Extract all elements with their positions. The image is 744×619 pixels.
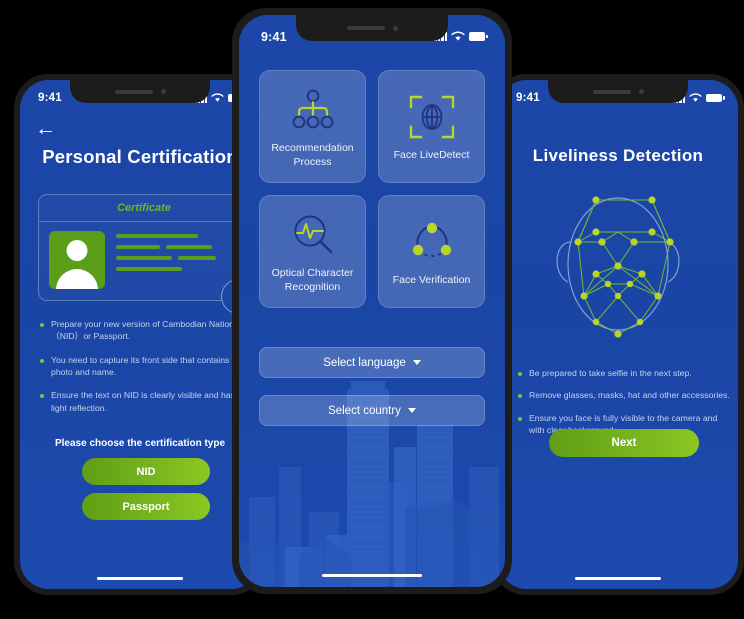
choose-certification-label: Please choose the certification type xyxy=(54,438,226,449)
page-title: Personal Certification xyxy=(42,146,238,167)
home-indicator[interactable] xyxy=(322,573,422,577)
bullet-dot-icon xyxy=(40,323,44,327)
bullet-dot-icon xyxy=(518,416,522,421)
list-item-text: Be prepared to take selfie in the next s… xyxy=(529,368,692,378)
face-scan-frame-icon xyxy=(408,91,456,143)
left-notch xyxy=(70,80,210,103)
front-camera-dot xyxy=(392,25,398,31)
left-phone-screen: 9:41 ← Personal Certification Certificat… xyxy=(20,80,260,589)
battery-icon xyxy=(469,32,488,41)
chevron-down-icon xyxy=(407,408,416,413)
face-mesh-icon xyxy=(498,184,738,354)
select-country-dropdown[interactable]: Select country xyxy=(259,395,485,426)
list-item: You need to capture its front side that … xyxy=(40,354,258,379)
nid-button[interactable]: NID xyxy=(82,458,210,485)
select-language-dropdown[interactable]: Select language xyxy=(259,347,485,378)
org-chart-icon xyxy=(289,84,337,136)
page-title: Liveliness Detection xyxy=(532,146,704,165)
wifi-icon xyxy=(211,93,224,102)
status-time: 9:41 xyxy=(261,29,287,44)
list-item: Ensure the text on NID is clearly visibl… xyxy=(40,389,258,414)
home-indicator[interactable] xyxy=(575,576,661,580)
card-face-livedetect[interactable]: Face LiveDetect xyxy=(378,70,485,183)
card-label: Recommendation Process xyxy=(271,141,354,168)
bullet-dot-icon xyxy=(40,394,44,399)
list-item: Remove glasses, masks, hat and other acc… xyxy=(518,389,733,401)
select-language-label: Select language xyxy=(323,356,406,369)
middle-phone-screen: 9:41 Recommendation Process Face LiveDet… xyxy=(239,15,505,587)
list-item-text: You need to capture its front side that … xyxy=(51,354,249,378)
card-label: Face Verification xyxy=(392,273,471,286)
certificate-card-body xyxy=(39,222,249,298)
wifi-icon xyxy=(451,31,465,41)
feature-card-grid: Recommendation Process Face LiveDetect O… xyxy=(259,70,485,308)
middle-notch xyxy=(296,15,448,41)
front-camera-dot xyxy=(160,89,166,94)
left-phone-mockup: 9:41 ← Personal Certification Certificat… xyxy=(14,74,266,595)
city-skyline-watermark xyxy=(239,381,499,587)
select-country-label: Select country xyxy=(328,404,401,417)
screenshot-stage: 9:41 ← Personal Certification Certificat… xyxy=(0,0,744,619)
front-camera-dot xyxy=(638,89,644,94)
next-button[interactable]: Next xyxy=(549,429,699,457)
bullet-dot-icon xyxy=(40,358,44,363)
earpiece-speaker xyxy=(114,89,153,94)
list-item: Prepare your new version of Cambodian Na… xyxy=(40,318,258,343)
right-phone-screen: 9:41 Liveliness Detection Be prepared to… xyxy=(498,80,738,589)
card-label: Optical Character Recognition xyxy=(271,266,354,293)
status-time: 9:41 xyxy=(38,92,62,104)
home-indicator[interactable] xyxy=(97,576,183,580)
person-avatar-icon xyxy=(49,231,105,289)
bullet-dot-icon xyxy=(518,394,522,399)
card-optical-character-recognition[interactable]: Optical Character Recognition xyxy=(259,195,366,308)
left-instruction-list: Prepare your new version of Cambodian Na… xyxy=(40,318,258,425)
right-phone-mockup: 9:41 Liveliness Detection Be prepared to… xyxy=(492,74,744,595)
chevron-down-icon xyxy=(412,360,421,365)
list-item-text: Ensure the text on NID is clearly visibl… xyxy=(51,390,248,413)
bullet-dot-icon xyxy=(518,372,522,376)
status-time: 9:41 xyxy=(516,92,540,104)
list-item: Be prepared to take selfie in the next s… xyxy=(518,367,733,379)
card-face-verification[interactable]: Face Verification xyxy=(378,195,485,308)
card-recommendation-process[interactable]: Recommendation Process xyxy=(259,70,366,183)
three-node-share-icon xyxy=(408,216,456,268)
list-item-text: Remove glasses, masks, hat and other acc… xyxy=(529,390,730,401)
list-item-text: Prepare your new version of Cambodian Na… xyxy=(51,319,252,342)
earpiece-speaker xyxy=(346,26,385,30)
magnifier-waveform-icon xyxy=(289,209,337,261)
middle-phone-mockup: 9:41 Recommendation Process Face LiveDet… xyxy=(232,8,512,594)
wifi-icon xyxy=(689,93,702,102)
passport-button[interactable]: Passport xyxy=(82,493,210,520)
back-arrow-icon[interactable]: ← xyxy=(35,118,56,139)
earpiece-speaker xyxy=(592,89,631,94)
certificate-text-lines xyxy=(116,231,239,289)
certificate-card-title: Certificate xyxy=(39,195,249,222)
right-notch xyxy=(548,80,688,103)
battery-icon xyxy=(706,93,725,103)
card-label: Face LiveDetect xyxy=(393,148,470,161)
certificate-card: Certificate xyxy=(38,194,256,314)
